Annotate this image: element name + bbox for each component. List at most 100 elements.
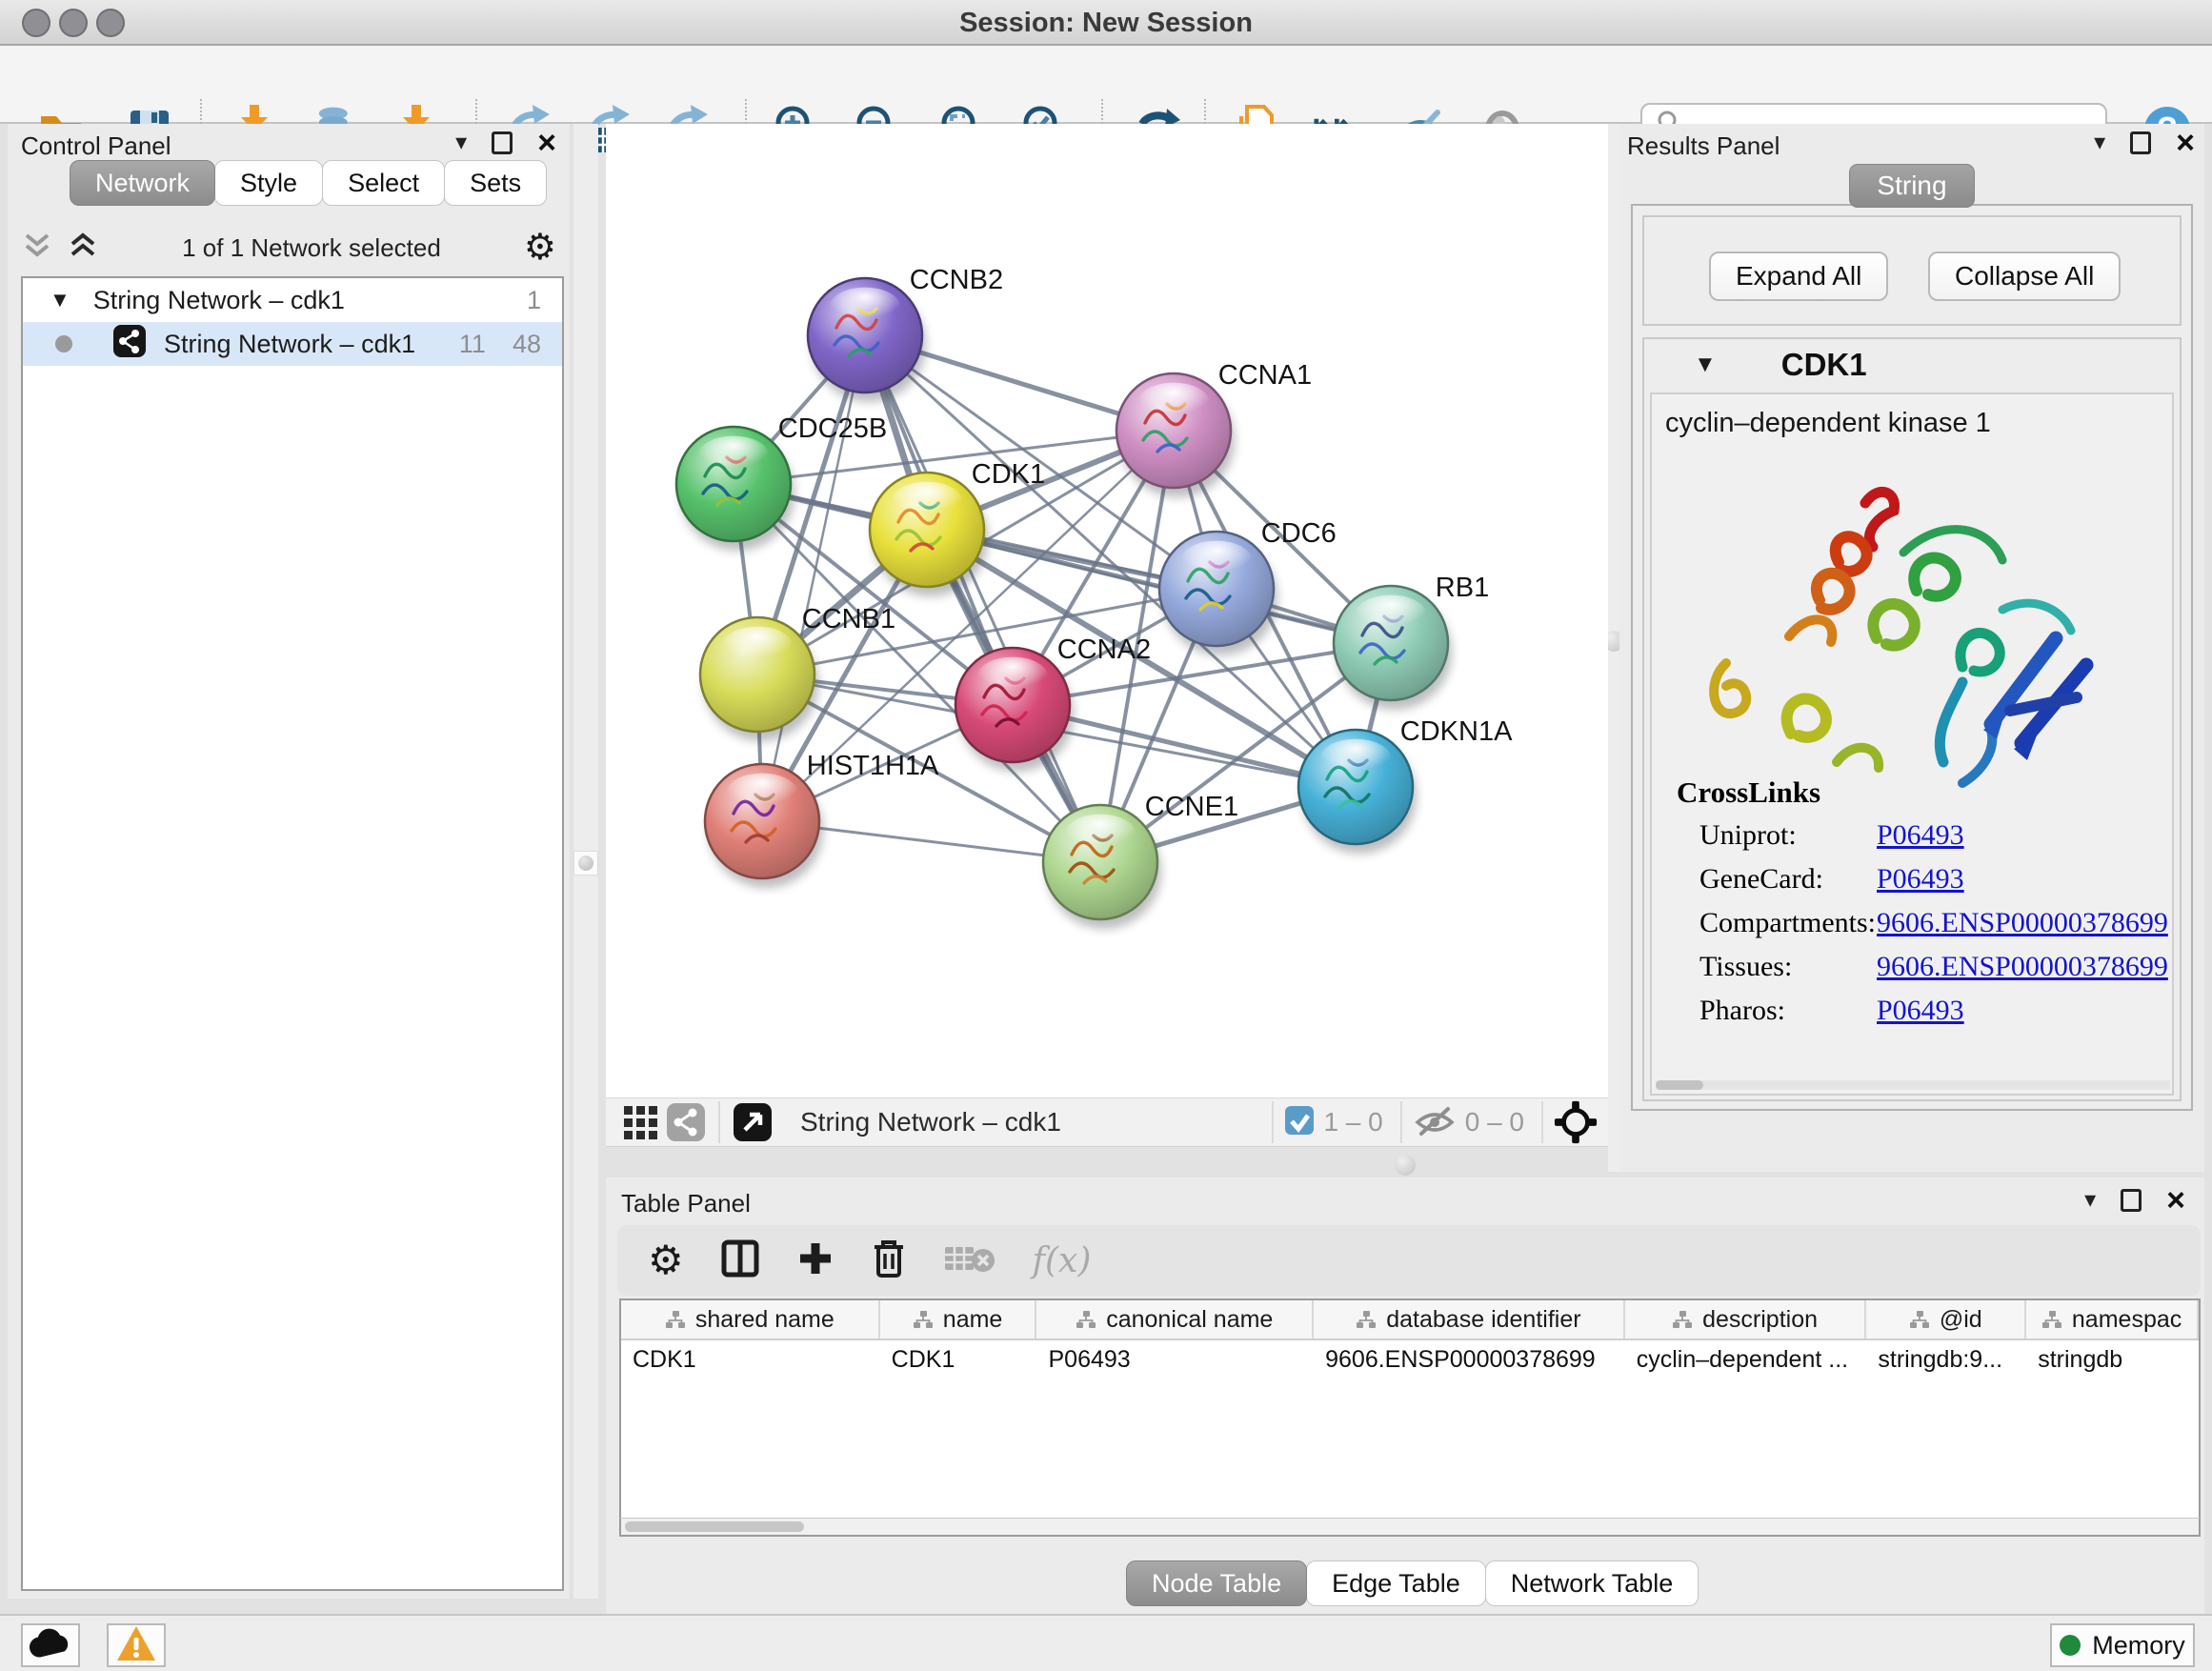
title-bar: Session: New Session [0,0,2212,46]
expand-all-button[interactable]: Expand All [1709,252,1888,301]
tab-edge-table[interactable]: Edge Table [1306,1560,1486,1606]
share-view-icon[interactable] [663,1099,709,1145]
crosslink-link[interactable]: P06493 [1877,819,1964,852]
tab-node-table[interactable]: Node Table [1126,1560,1307,1606]
table-cell[interactable]: stringdb:9... [1866,1340,2026,1380]
warnings-button[interactable] [107,1623,166,1667]
memory-label: Memory [2092,1631,2185,1661]
table-cell[interactable]: CDK1 [621,1340,880,1380]
tab-sets[interactable]: Sets [444,160,547,206]
column-header-database-identifier[interactable]: database identifier [1314,1300,1625,1339]
expand-all-networks-icon[interactable] [67,232,99,265]
section-expander-icon[interactable]: ▼ [1694,352,1717,378]
float-panel-icon[interactable] [2121,1189,2142,1212]
network-node-CDC6[interactable]: CDC6 [1159,518,1337,655]
table-cell[interactable]: P06493 [1036,1340,1314,1380]
delete-column-icon[interactable] [871,1238,907,1284]
protein-name: CDK1 [1781,347,1867,383]
column-header-name[interactable]: name [880,1300,1037,1339]
network-node-CCNE1[interactable]: CCNE1 [1043,792,1238,929]
tab-network[interactable]: Network [70,160,215,206]
tab-style[interactable]: Style [214,160,323,206]
panel-menu-icon[interactable]: ▾ [2094,133,2105,152]
crosslink-link[interactable]: 9606.ENSP00000378699 [1877,907,2168,939]
fit-selected-target-icon[interactable] [1553,1099,1599,1145]
close-panel-icon[interactable]: × [2166,1189,2185,1212]
control-panel-title: Control Panel [21,131,171,161]
network-node-CCNB1[interactable]: CCNB1 [700,604,895,741]
network-view-title: String Network – cdk1 [800,1107,1061,1137]
close-panel-icon[interactable]: × [537,131,556,154]
protein-description: cyclin–dependent kinase 1 [1665,408,1991,439]
cytoscape-window: Session: New Session ? Control Panel [0,0,2212,1671]
hidden-count: 0 – 0 [1465,1107,1524,1137]
collapse-all-button[interactable]: Collapse All [1928,252,2121,301]
network-node-CDC25B[interactable]: CDC25B [676,413,887,551]
memory-button[interactable]: Memory [2050,1623,2195,1667]
network-node-label: HIST1H1A [807,751,939,781]
crosslink-label: Pharos: [1699,995,1785,1026]
left-splitter-grip[interactable] [573,851,598,876]
tab-string[interactable]: String [1849,164,1974,208]
edge-count: 48 [513,330,541,359]
network-collection-row[interactable]: ▼ String Network – cdk1 1 [23,278,562,322]
network-node-CCNB2[interactable]: CCNB2 [808,265,1003,402]
network-node-CDKN1A[interactable]: CDKN1A [1298,716,1513,854]
crosslink-label: Compartments: [1699,907,1876,938]
tab-select[interactable]: Select [322,160,445,206]
network-edge[interactable] [865,335,1100,862]
crosslink-link[interactable]: 9606.ENSP00000378699 [1877,951,2168,983]
delete-table-icon[interactable] [943,1239,996,1282]
column-header-namespac[interactable]: namespac [2026,1300,2199,1339]
table-cell[interactable]: cyclin–dependent ... [1625,1340,1867,1380]
float-panel-icon[interactable] [2130,131,2151,154]
cloud-button[interactable] [21,1623,80,1667]
table-header-row: shared namenamecanonical namedatabase id… [621,1300,2199,1340]
network-options-gear-icon[interactable]: ⚙ [524,230,556,266]
network-edge[interactable] [762,335,865,821]
table-cell[interactable]: stringdb [2026,1340,2199,1380]
column-header-shared-name[interactable]: shared name [621,1300,880,1339]
network-node-label: CCNB1 [802,604,895,634]
control-panel: Control Panel ▾ × Network Style Select S… [8,124,570,1599]
tab-network-table[interactable]: Network Table [1485,1560,1699,1606]
crosslink-link[interactable]: P06493 [1877,995,1964,1027]
column-header-description[interactable]: description [1625,1300,1867,1339]
results-scrollbar[interactable] [1656,1080,2170,1090]
panel-menu-icon[interactable]: ▾ [2084,1191,2096,1210]
close-panel-icon[interactable]: × [2176,131,2195,154]
network-node-CDK1[interactable]: CDK1 [870,459,1045,596]
network-node-label: CCNA2 [1057,634,1151,665]
table-row[interactable]: CDK1CDK1P064939606.ENSP00000378699cyclin… [621,1340,2199,1380]
table-panel-title: Table Panel [621,1189,751,1218]
column-header-canonical-name[interactable]: canonical name [1036,1300,1314,1339]
network-row[interactable]: String Network – cdk1 11 48 [23,322,562,366]
horizontal-splitter-grip[interactable] [1395,1155,1416,1176]
table-cell[interactable]: 9606.ENSP00000378699 [1314,1340,1625,1380]
tree-expander-icon[interactable]: ▼ [50,288,70,312]
column-header-@id[interactable]: @id [1866,1300,2026,1339]
network-node-RB1[interactable]: RB1 [1334,573,1489,710]
add-column-icon[interactable] [796,1239,835,1282]
function-builder-icon[interactable]: f(x) [1033,1241,1092,1280]
selected-nodes-checkbox[interactable] [1283,1104,1316,1141]
network-graph[interactable]: CCNB2 CCNA1 CDC25BCDK1 CDC6RB1 CCNB1 CCNA2 CDK… [606,124,1608,1097]
table-options-gear-icon[interactable]: ⚙ [648,1242,684,1278]
main-toolbar: ? [0,46,2212,124]
crosslink-label: GeneCard: [1699,863,1823,895]
protein-section-header[interactable]: ▼ CDK1 [1644,339,2180,391]
table-cell[interactable]: CDK1 [880,1340,1037,1380]
panel-menu-icon[interactable]: ▾ [455,133,467,152]
table-horizontal-scrollbar[interactable] [619,1518,2201,1537]
protein-section: ▼ CDK1 cyclin–dependent kinase 1 [1642,337,2182,1101]
network-canvas[interactable]: CCNB2 CCNA1 CDC25BCDK1 CDC6RB1 CCNB1 CCNA2 CDK… [606,124,1608,1097]
network-node-CCNA1[interactable]: CCNA1 [1116,360,1312,497]
birdseye-view-icon[interactable] [730,1099,775,1145]
network-node-HIST1H1A[interactable]: HIST1H1A [705,751,939,888]
collapse-all-networks-icon[interactable] [21,232,53,265]
float-panel-icon[interactable] [492,131,513,154]
grid-view-icon[interactable] [617,1099,663,1145]
show-columns-icon[interactable] [720,1238,760,1283]
network-node-CCNA2[interactable]: CCNA2 [955,634,1151,772]
crosslink-link[interactable]: P06493 [1877,863,1964,896]
